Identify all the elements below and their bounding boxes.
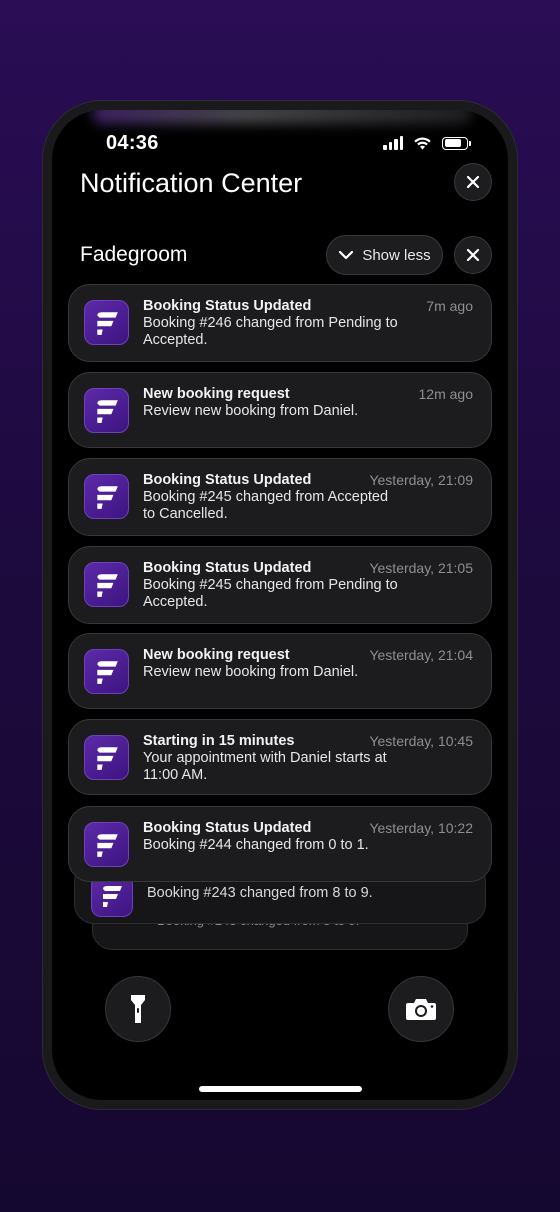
status-time: 04:36 bbox=[106, 132, 159, 154]
notification-card[interactable]: New booking request 12m ago Review new boo… bbox=[68, 372, 492, 448]
show-less-button[interactable]: Show less bbox=[326, 235, 443, 275]
fadegroom-logo-icon bbox=[96, 485, 118, 509]
close-icon bbox=[466, 248, 480, 262]
notification-card[interactable]: Starting in 15 minutes Yesterday, 10:45 Yo… bbox=[68, 719, 492, 795]
stacked-body: Booking #243 changed from 8 to 9. bbox=[147, 885, 373, 901]
notification-body: Review new booking from Daniel. bbox=[143, 403, 359, 419]
notification-title: Booking Status Updated bbox=[143, 560, 312, 576]
status-icons bbox=[383, 136, 471, 150]
fadegroom-logo-icon bbox=[96, 573, 118, 597]
blurred-banner bbox=[92, 110, 472, 124]
notification-time: Yesterday, 21:04 bbox=[369, 647, 473, 663]
show-less-label: Show less bbox=[362, 246, 431, 264]
notification-card[interactable]: Booking Status Updated Yesterday, 21:09 Bo… bbox=[68, 458, 492, 536]
fadegroom-logo-icon bbox=[96, 833, 118, 857]
notification-body: Booking #244 changed from 0 to 1. bbox=[143, 837, 369, 853]
notification-body: Your appointment with Daniel starts at 1… bbox=[143, 750, 387, 783]
notification-time: 7m ago bbox=[426, 298, 473, 314]
fadegroom-logo-icon bbox=[96, 660, 118, 684]
page-title: Notification Center bbox=[80, 168, 303, 198]
notification-card[interactable]: New booking request Yesterday, 21:04 Revie… bbox=[68, 633, 492, 709]
flashlight-button[interactable] bbox=[105, 976, 171, 1042]
app-icon bbox=[84, 562, 129, 607]
battery-level bbox=[444, 139, 462, 147]
notification-title: New booking request bbox=[143, 386, 290, 402]
lock-screen: 04:36 Notification Center Fadegroom Show… bbox=[52, 110, 508, 1100]
notification-title: Booking Status Updated bbox=[143, 472, 312, 488]
notification-title: Booking Status Updated bbox=[143, 298, 312, 314]
notification-time: Yesterday, 10:22 bbox=[369, 820, 473, 836]
notification-card[interactable]: Booking Status Updated Yesterday, 21:05 Bo… bbox=[68, 546, 492, 624]
notification-time: 12m ago bbox=[418, 386, 473, 402]
notification-card[interactable]: Booking Status Updated Yesterday, 10:22 Bo… bbox=[68, 806, 492, 882]
clear-group-button[interactable] bbox=[454, 236, 492, 274]
fadegroom-logo-icon bbox=[103, 886, 122, 907]
cellular-signal-icon bbox=[383, 136, 403, 150]
chevron-down-icon bbox=[339, 250, 354, 260]
flashlight-icon bbox=[131, 995, 145, 1023]
notification-card[interactable]: Booking Status Updated 7m ago Booking #246… bbox=[68, 284, 492, 362]
app-icon bbox=[84, 649, 129, 694]
notification-title: Booking Status Updated bbox=[143, 820, 312, 836]
close-icon bbox=[466, 175, 480, 189]
camera-button[interactable] bbox=[388, 976, 454, 1042]
app-icon bbox=[84, 474, 129, 519]
fadegroom-logo-icon bbox=[96, 399, 118, 423]
close-notification-center-button[interactable] bbox=[454, 163, 492, 201]
wifi-icon bbox=[414, 137, 431, 150]
notification-time: Yesterday, 21:09 bbox=[369, 472, 473, 488]
notification-time: Yesterday, 21:05 bbox=[369, 560, 473, 576]
app-group-title: Fadegroom bbox=[80, 243, 188, 266]
fadegroom-logo-icon bbox=[96, 746, 118, 770]
notification-title: Starting in 15 minutes bbox=[143, 733, 295, 749]
battery-icon bbox=[442, 136, 471, 150]
notification-time: Yesterday, 10:45 bbox=[369, 733, 473, 749]
notification-title: New booking request bbox=[143, 647, 290, 663]
notification-body: Booking #245 changed from Accepted to Ca… bbox=[143, 489, 389, 522]
app-icon bbox=[84, 300, 129, 345]
app-icon bbox=[84, 735, 129, 780]
app-icon bbox=[84, 388, 129, 433]
notification-body: Booking #246 changed from Pending to Acc… bbox=[143, 315, 398, 348]
app-icon bbox=[84, 822, 129, 867]
notification-body: Booking #245 changed from Pending to Acc… bbox=[143, 577, 398, 610]
fadegroom-logo-icon bbox=[96, 311, 118, 335]
notification-body: Review new booking from Daniel. bbox=[143, 664, 359, 680]
camera-icon bbox=[406, 999, 436, 1020]
home-indicator[interactable] bbox=[199, 1086, 362, 1092]
